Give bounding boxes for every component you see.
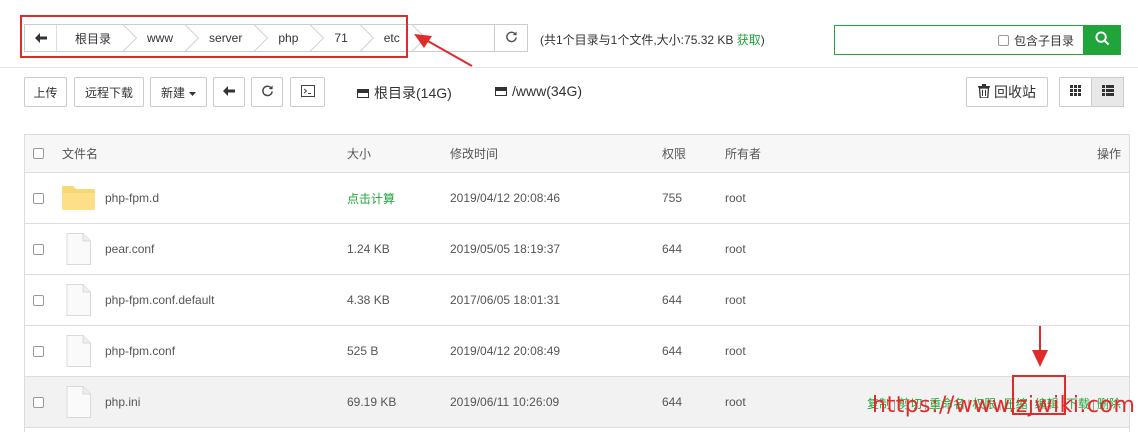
file-owner: root	[725, 395, 746, 409]
file-icon	[66, 284, 91, 316]
file-mtime: 2019/05/05 18:19:37	[450, 242, 561, 256]
directory-stats: (共1个目录与1个文件,大小:75.32 KB 获取)	[540, 33, 765, 47]
list-view-button[interactable]	[1091, 77, 1124, 107]
file-size: 69.19 KB	[347, 395, 397, 409]
table-header: 文件名 大小 修改时间 权限 所有者 操作	[25, 135, 1129, 173]
file-name[interactable]: php-fpm.conf.default	[105, 275, 214, 325]
row-checkbox[interactable]	[33, 173, 44, 223]
grid-icon	[1070, 85, 1081, 99]
file-owner: root	[725, 344, 746, 358]
file-permission[interactable]: 644	[662, 275, 682, 325]
terminal-button[interactable]	[290, 77, 325, 107]
disk-www[interactable]: /www(34G)	[495, 83, 582, 99]
new-dropdown-button[interactable]: 新建	[150, 77, 207, 107]
file-size: 1.24 KB	[347, 242, 390, 256]
grid-view-button[interactable]	[1059, 77, 1092, 107]
calculate-size-link[interactable]: 点击计算	[347, 173, 395, 223]
path-refresh-button[interactable]	[494, 24, 528, 52]
header-size[interactable]: 大小	[347, 135, 371, 172]
file-permission[interactable]: 644	[662, 377, 682, 427]
table-row[interactable]: php-fpm.conf.default 4.38 KB 2017/06/05 …	[25, 275, 1129, 326]
file-permission[interactable]: 644	[662, 224, 682, 274]
file-size: 525 B	[347, 344, 379, 358]
search-icon	[1095, 31, 1110, 49]
row-checkbox[interactable]	[33, 377, 44, 427]
terminal-icon	[300, 84, 315, 100]
file-permission[interactable]: 644	[662, 326, 682, 376]
file-name[interactable]: php.ini	[105, 377, 140, 427]
caret-down-icon	[189, 85, 196, 99]
remote-download-button[interactable]: 远程下载	[74, 77, 144, 107]
annotation-arrow-path	[414, 34, 473, 67]
disk-root[interactable]: 根目录(14G)	[357, 83, 452, 103]
include-subdir-checkbox[interactable]: 包含子目录	[998, 32, 1074, 49]
file-table: 文件名 大小 修改时间 权限 所有者 操作 php-fpm.d 点击计算 201…	[24, 134, 1130, 432]
header-owner: 所有者	[725, 147, 762, 161]
header-name[interactable]: 文件名	[62, 135, 98, 172]
file-icon	[66, 233, 91, 265]
recycle-bin-button[interactable]: 回收站	[966, 77, 1048, 107]
file-owner: root	[725, 242, 746, 256]
row-checkbox[interactable]	[33, 326, 44, 376]
hard-drive-icon	[357, 89, 369, 98]
file-icon	[66, 335, 91, 367]
arrow-left-icon	[223, 85, 235, 99]
header-permission: 权限	[662, 147, 687, 161]
header-mtime[interactable]: 修改时间	[450, 135, 498, 172]
table-row[interactable]: pear.conf 1.24 KB 2019/05/05 18:19:37 64…	[25, 224, 1129, 275]
file-size: 4.38 KB	[347, 293, 390, 307]
search-button[interactable]	[1084, 25, 1121, 55]
refresh-icon	[505, 30, 518, 46]
file-mtime: 2019/06/11 10:26:09	[450, 395, 560, 409]
table-row[interactable]: php-fpm.conf 525 B 2019/04/12 20:08:49 6…	[25, 326, 1129, 377]
table-row[interactable]: php-fpm.d 点击计算 2019/04/12 20:08:46 755 r…	[25, 173, 1129, 224]
file-owner: root	[725, 191, 746, 205]
file-permission[interactable]: 755	[662, 173, 682, 223]
header-actions: 操作	[1096, 147, 1121, 161]
stats-fetch-link[interactable]: 获取	[737, 33, 761, 47]
annotation-arrow-edit	[1032, 326, 1048, 367]
file-owner: root	[725, 293, 746, 307]
hard-drive-icon	[495, 87, 507, 96]
upload-button[interactable]: 上传	[24, 77, 67, 107]
select-all-checkbox[interactable]	[33, 135, 44, 172]
checkbox[interactable]	[998, 35, 1009, 46]
toolbar: 上传 远程下载 新建 根目录(14G) /www(34G) 回收站	[0, 77, 1138, 107]
annotation-highlight-box	[20, 15, 408, 58]
file-mtime: 2017/06/05 18:01:31	[450, 293, 561, 307]
file-name[interactable]: pear.conf	[105, 224, 154, 274]
row-checkbox[interactable]	[33, 224, 44, 274]
folder-icon	[62, 186, 95, 210]
list-icon	[1101, 85, 1114, 99]
file-icon	[66, 386, 91, 418]
trash-icon	[978, 83, 990, 101]
watermark: https://www.zjwiki.com	[872, 393, 1136, 418]
row-checkbox[interactable]	[33, 275, 44, 325]
file-name[interactable]: php-fpm.d	[105, 173, 159, 223]
path-bar: 根目录 www server php 71 etc (共1个目录与1个文件,大小…	[0, 0, 1138, 68]
back-button[interactable]	[213, 77, 245, 107]
refresh-button[interactable]	[251, 77, 283, 107]
file-mtime: 2019/04/12 20:08:49	[450, 344, 561, 358]
refresh-icon	[261, 84, 274, 100]
file-name[interactable]: php-fpm.conf	[105, 326, 175, 376]
file-mtime: 2019/04/12 20:08:46	[450, 191, 561, 205]
